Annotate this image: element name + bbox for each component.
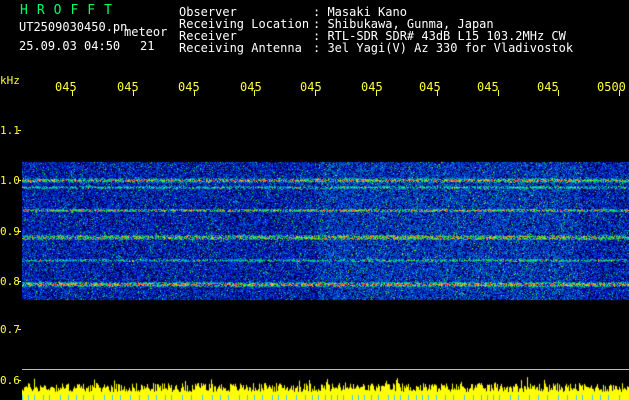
y-label-1-1: 1.1 xyxy=(0,124,20,137)
time-label-10: 0500 xyxy=(597,80,626,94)
y-tick xyxy=(18,380,21,381)
y-tick xyxy=(18,130,21,131)
time-label-2: 045 xyxy=(117,80,139,94)
count: 21 xyxy=(140,39,155,53)
y-label-0-7: 0.7 xyxy=(0,323,20,336)
baseline-line xyxy=(22,369,629,370)
datetime: 25.09.03 04:50 xyxy=(19,39,121,53)
y-tick xyxy=(18,281,21,282)
mode-label: meteor xyxy=(124,25,168,39)
time-tick xyxy=(315,90,317,96)
time-label-3: 045 xyxy=(178,80,200,94)
info-label-antenna: Receiving Antenna xyxy=(179,41,302,55)
y-tick xyxy=(18,180,21,181)
time-tick xyxy=(619,90,621,96)
time-tick xyxy=(436,90,438,96)
y-label-0-6: 0.6 xyxy=(0,374,20,387)
info-value-antenna: : 3el Yagi(V) Az 330 for Vladivostok xyxy=(313,41,574,55)
y-label-0-9: 0.9 xyxy=(0,225,20,238)
app-title: HROFFT xyxy=(20,3,121,18)
time-tick xyxy=(254,90,256,96)
time-tick xyxy=(497,90,499,96)
time-label-8: 045 xyxy=(477,80,499,94)
time-tick xyxy=(193,90,195,96)
time-label-5: 045 xyxy=(300,80,322,94)
spectrogram xyxy=(22,100,629,302)
time-label-4: 045 xyxy=(240,80,262,94)
time-label-1: 045 xyxy=(55,80,77,94)
time-label-9: 045 xyxy=(537,80,559,94)
time-tick xyxy=(376,90,377,96)
time-label-6: 045 xyxy=(361,80,383,94)
y-label-0-8: 0.8 xyxy=(0,275,20,288)
y-tick xyxy=(18,329,21,330)
y-label-1-0: 1.0 xyxy=(0,174,20,187)
y-tick xyxy=(18,231,21,232)
signal-level-strip xyxy=(22,371,629,400)
file-name: UT2509030450.pn xyxy=(19,20,128,34)
time-tick xyxy=(132,90,134,96)
time-tick xyxy=(558,90,560,96)
y-axis-unit: kHz xyxy=(0,74,20,87)
time-tick xyxy=(72,90,73,96)
